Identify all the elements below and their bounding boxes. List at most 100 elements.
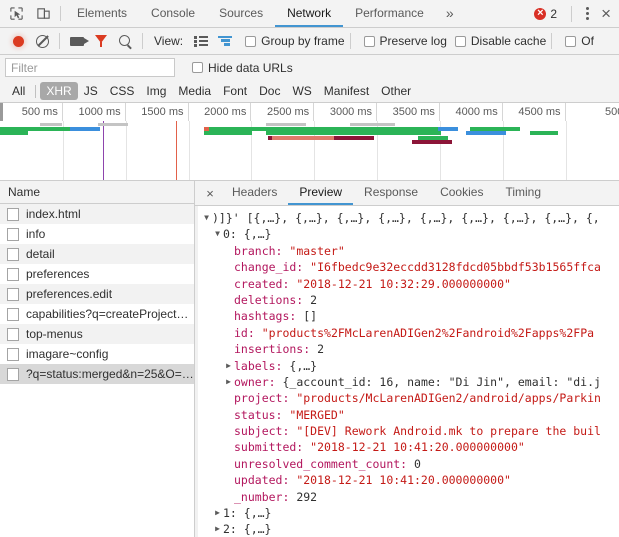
json-line: unresolved_comment_count: 0 [195, 456, 619, 472]
timeline-tick: 3500 ms [377, 103, 440, 121]
request-name: imagare~config [26, 347, 109, 361]
devtools-window: Elements Console Sources Network Perform… [0, 0, 619, 537]
timeline-request-bar [204, 131, 252, 135]
type-filter-all[interactable]: All [6, 82, 31, 100]
more-tabs-button[interactable]: » [436, 0, 464, 27]
device-toolbar-icon[interactable] [35, 5, 52, 22]
filter-input[interactable] [5, 58, 175, 77]
table-row[interactable]: preferences.edit [0, 284, 194, 304]
tab-headers[interactable]: Headers [221, 181, 288, 205]
type-filter-media[interactable]: Media [172, 82, 217, 100]
checkbox-box [245, 35, 257, 47]
timeline-gridline [565, 121, 567, 180]
toolbar-divider-3 [349, 33, 351, 49]
timeline-tick: 4000 ms [440, 103, 503, 121]
timeline-tick: 1000 ms [63, 103, 126, 121]
waterfall-view-icon[interactable] [213, 30, 237, 52]
request-type-icon [7, 207, 19, 221]
json-value: [] [303, 309, 318, 324]
request-detail-pane: × Headers Preview Response Cookies Timin… [195, 181, 619, 537]
view-label: View: [154, 34, 184, 48]
checkbox-label: Preserve log [379, 34, 447, 48]
type-filter-ws[interactable]: WS [286, 82, 317, 100]
request-type-icon [7, 347, 19, 361]
expand-triangle-down-icon[interactable]: ▼ [212, 226, 223, 242]
tab-cookies[interactable]: Cookies [429, 181, 494, 205]
table-row[interactable]: imagare~config [0, 344, 194, 364]
json-line: change_id: "I6fbedc9e32eccdd3128fdcd05bb… [195, 259, 619, 275]
type-filter-other[interactable]: Other [375, 82, 417, 100]
preserve-log-checkbox[interactable]: Preserve log [363, 34, 447, 48]
offline-checkbox[interactable]: Of [565, 34, 594, 48]
type-filter-xhr[interactable]: XHR [40, 82, 78, 100]
expand-triangle-right-icon[interactable]: ▶ [223, 358, 234, 374]
list-view-icon[interactable] [189, 30, 213, 52]
timeline-request-bar [266, 123, 306, 126]
topbar-right-group: 2 × [534, 0, 619, 27]
json-node-label: 2: {,…} [223, 522, 272, 537]
expand-triangle-right-icon[interactable]: ▶ [223, 374, 234, 390]
checkbox-box [454, 35, 466, 47]
table-row[interactable]: index.html [0, 204, 194, 224]
tab-performance[interactable]: Performance [343, 0, 436, 27]
expand-triangle-right-icon[interactable]: ▶ [212, 521, 223, 537]
json-value: "2018-12-21 10:32:29.000000000" [296, 276, 511, 291]
network-toolbar: View: Group by frame Preserve log Disabl… [0, 28, 619, 55]
timeline-request-bar [0, 131, 28, 135]
type-filter-manifest[interactable]: Manifest [318, 82, 375, 100]
camera-icon[interactable] [65, 30, 89, 52]
request-type-icon [7, 367, 19, 381]
tab-sources[interactable]: Sources [207, 0, 275, 27]
type-filter-css[interactable]: CSS [104, 82, 141, 100]
json-node-label: 1: {,…} [223, 506, 272, 521]
requests-column-header[interactable]: Name [0, 181, 194, 204]
json-preview-tree[interactable]: ▼)]}' [{,…}, {,…}, {,…}, {,…}, {,…}, {,…… [195, 206, 619, 537]
tab-console[interactable]: Console [139, 0, 207, 27]
group-by-frame-checkbox[interactable]: Group by frame [245, 34, 345, 48]
type-filter-doc[interactable]: Doc [253, 82, 286, 100]
json-key: owner: [234, 374, 283, 389]
table-row[interactable]: preferences [0, 264, 194, 284]
tab-elements[interactable]: Elements [65, 0, 139, 27]
network-overview-timeline[interactable]: 500 ms 1000 ms 1500 ms 2000 ms 2500 ms 3000 m… [0, 103, 619, 181]
tab-response[interactable]: Response [353, 181, 429, 205]
kebab-menu-icon[interactable] [578, 7, 597, 20]
close-icon[interactable]: × [597, 5, 611, 22]
search-icon[interactable] [113, 30, 137, 52]
table-row[interactable]: info [0, 224, 194, 244]
tab-network[interactable]: Network [275, 0, 344, 27]
table-row[interactable]: ?q=status:merged&n=25&O=81 [0, 364, 194, 384]
table-row[interactable]: capabilities?q=createProject… [0, 304, 194, 324]
table-row[interactable]: top-menus [0, 324, 194, 344]
hide-data-urls-checkbox[interactable]: Hide data URLs [192, 61, 293, 75]
json-line: ▶ 2: {,…} [195, 521, 619, 537]
toolbar-divider-4 [551, 33, 553, 49]
filter-funnel-icon[interactable] [89, 30, 113, 52]
timeline-tick: 4500 ms [503, 103, 566, 121]
json-value: 2 [317, 342, 325, 357]
table-row[interactable]: detail [0, 244, 194, 264]
network-panes: Name index.html info detail preferences pref… [0, 181, 619, 537]
timeline-request-bar [438, 127, 458, 131]
request-name: preferences [26, 267, 90, 281]
expand-triangle-down-icon[interactable]: ▼ [201, 210, 212, 226]
type-filter-font[interactable]: Font [217, 82, 253, 100]
close-icon[interactable]: × [199, 181, 221, 205]
overview-bars-area[interactable] [0, 121, 619, 180]
tab-timing[interactable]: Timing [494, 181, 552, 205]
record-icon[interactable] [6, 30, 30, 52]
tab-preview[interactable]: Preview [288, 181, 354, 205]
expand-triangle-right-icon[interactable]: ▶ [212, 505, 223, 521]
timeline-tick: 2500 ms [251, 103, 315, 121]
type-filter-js[interactable]: JS [78, 82, 104, 100]
disable-cache-checkbox[interactable]: Disable cache [454, 34, 546, 48]
timeline-event-line [176, 121, 177, 180]
error-badge[interactable]: 2 [534, 7, 565, 21]
json-line: _number: 292 [195, 489, 619, 505]
clear-icon[interactable] [30, 30, 54, 52]
inspect-cursor-icon[interactable] [8, 5, 25, 22]
timeline-request-bar [272, 136, 342, 140]
json-key: updated: [234, 473, 297, 488]
type-filter-img[interactable]: Img [140, 82, 172, 100]
json-value: "[DEV] Rework Android.mk to prepare the … [296, 424, 601, 439]
